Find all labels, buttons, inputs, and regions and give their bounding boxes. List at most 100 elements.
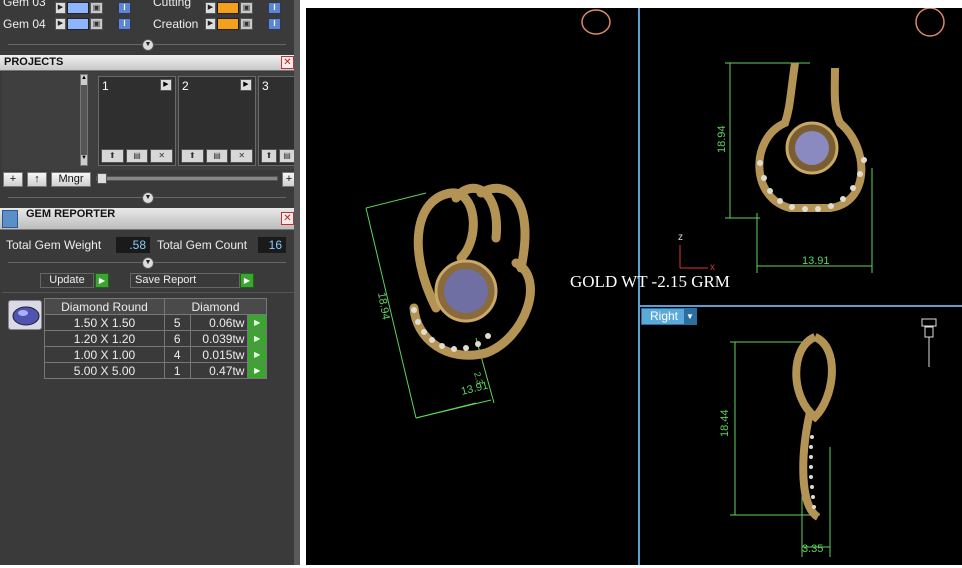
table-row[interactable]: 1.00 X 1.00 4 0.015tw ▶ xyxy=(44,346,267,363)
gem-count: 5 xyxy=(164,314,191,331)
update-button[interactable]: Update xyxy=(40,273,94,288)
lock-icon[interactable]: ▣ xyxy=(240,18,253,30)
table-row[interactable]: 1.20 X 1.20 6 0.039tw ▶ xyxy=(44,330,267,347)
chevron-down-icon[interactable]: ▼ xyxy=(142,39,154,51)
panel-splitter[interactable]: ▼ xyxy=(0,39,294,51)
gem-size: 5.00 X 5.00 xyxy=(44,362,165,379)
project-slot[interactable]: 2 ▶ ⬆ ▤ ✕ xyxy=(178,76,256,166)
panel-splitter[interactable]: ▼ xyxy=(0,257,294,269)
gem-reporter-header: GEM REPORTER ✕ xyxy=(0,208,298,230)
play-icon[interactable]: ▶ xyxy=(247,314,267,331)
right-viewport[interactable]: 18.44 3.35 xyxy=(640,307,962,565)
save-icon[interactable]: ▤ xyxy=(279,149,295,163)
chevron-down-icon[interactable]: ▼ xyxy=(142,257,154,269)
material-color-swatch[interactable] xyxy=(217,18,239,30)
gem-row-04[interactable]: Gem 04 ▶ ▣ I Creation ▶ ▣ I xyxy=(0,17,300,32)
close-icon[interactable]: ✕ xyxy=(281,212,294,225)
view-select-label: Right xyxy=(650,309,679,323)
gem-table: Diamond Round Diamond 1.50 X 1.50 5 0.06… xyxy=(44,298,267,379)
delete-icon[interactable]: ✕ xyxy=(230,149,254,163)
dimension-width: 13.91 xyxy=(802,255,830,267)
add-project-button[interactable]: + xyxy=(3,172,23,187)
total-gem-count-value: 16 xyxy=(258,237,286,253)
gem-weight: 0.06tw xyxy=(189,314,249,331)
left-panel: Gem 03 ▶ ▣ I Cutting ▶ ▣ I Gem 04 ▶ ▣ I … xyxy=(0,0,300,565)
scroll-up-icon[interactable]: ▲ xyxy=(81,75,87,85)
play-icon[interactable]: ▶ xyxy=(247,346,267,363)
gem-color-swatch[interactable] xyxy=(67,18,89,30)
delete-icon[interactable]: ✕ xyxy=(150,149,174,163)
table-row[interactable]: 5.00 X 5.00 1 0.47tw ▶ xyxy=(44,362,267,379)
gem-count: 4 xyxy=(164,346,191,363)
diamond-round-icon xyxy=(8,300,42,330)
play-icon[interactable]: ▶ xyxy=(55,18,66,30)
slot-number: 2 xyxy=(182,79,189,93)
gem-label: Gem 03 xyxy=(3,0,46,9)
upload-icon[interactable]: ⬆ xyxy=(101,149,124,163)
dimension-height: 18.44 xyxy=(719,409,731,437)
gem-row-03[interactable]: Gem 03 ▶ ▣ I Cutting ▶ ▣ I xyxy=(0,0,300,16)
play-icon[interactable]: ▶ xyxy=(247,362,267,379)
play-icon[interactable]: ▶ xyxy=(95,273,109,288)
report-icon xyxy=(2,210,18,228)
front-render: 18.94 13.91 z x xyxy=(678,7,945,273)
project-slot[interactable]: 3 ⬆ ▤ xyxy=(258,76,298,166)
projects-slider[interactable] xyxy=(96,173,278,184)
play-icon[interactable]: ▶ xyxy=(160,79,172,91)
gold-weight-label: GOLD WT -2.15 GRM xyxy=(570,272,730,291)
gem-size: 1.20 X 1.20 xyxy=(44,330,165,347)
gem-color-swatch[interactable] xyxy=(67,2,89,14)
lock-icon[interactable]: ▣ xyxy=(90,2,103,14)
info-icon[interactable]: I xyxy=(268,18,281,30)
gem-reporter-title: GEM REPORTER xyxy=(26,208,116,220)
chevron-down-icon[interactable]: ▼ xyxy=(684,309,696,324)
project-slot[interactable]: 1 ▶ ⬆ ▤ ✕ xyxy=(98,76,176,166)
chevron-down-icon[interactable]: ▼ xyxy=(142,192,154,204)
projects-header: PROJECTS ✕ xyxy=(0,55,298,71)
upload-icon[interactable]: ⬆ xyxy=(181,149,204,163)
slot-number: 1 xyxy=(102,79,109,93)
gem-size: 1.50 X 1.50 xyxy=(44,314,165,331)
info-icon[interactable]: I xyxy=(268,2,281,14)
scroll-down-icon[interactable]: ▼ xyxy=(81,155,87,165)
total-gem-count-label: Total Gem Count xyxy=(157,238,248,252)
save-icon[interactable]: ▤ xyxy=(125,149,149,163)
panel-edge xyxy=(294,0,300,565)
material-label: Creation xyxy=(153,17,199,31)
axis-z-label: z xyxy=(678,232,683,243)
gem-weight: 0.47tw xyxy=(189,362,249,379)
front-viewport[interactable]: 18.94 13.91 z x xyxy=(640,7,962,305)
lock-icon[interactable]: ▣ xyxy=(90,18,103,30)
gem-weight: 0.015tw xyxy=(189,346,249,363)
right-render: 18.44 3.35 xyxy=(719,318,937,557)
save-report-button[interactable]: Save Report xyxy=(130,273,240,288)
play-icon[interactable]: ▶ xyxy=(205,2,216,14)
info-icon[interactable]: I xyxy=(118,18,131,30)
table-row[interactable]: 1.50 X 1.50 5 0.06tw ▶ xyxy=(44,314,267,331)
total-gem-weight-label: Total Gem Weight xyxy=(6,238,102,252)
total-gem-weight-value: .58 xyxy=(116,237,150,253)
lock-icon[interactable]: ▣ xyxy=(240,2,253,14)
material-color-swatch[interactable] xyxy=(217,2,239,14)
play-icon[interactable]: ▶ xyxy=(240,273,254,288)
info-icon[interactable]: I xyxy=(118,2,131,14)
view-select-button[interactable]: Right ▼ xyxy=(641,308,697,325)
view-cube-icon xyxy=(915,7,945,37)
upload-icon[interactable]: ⬆ xyxy=(261,149,277,163)
slider-handle[interactable] xyxy=(97,173,107,184)
play-icon[interactable]: ▶ xyxy=(240,79,252,91)
play-icon[interactable]: ▶ xyxy=(205,18,216,30)
arrow-up-icon[interactable]: ↑ xyxy=(27,172,47,187)
panel-splitter[interactable]: ▼ xyxy=(0,192,294,204)
dimension-height: 18.94 xyxy=(375,291,392,320)
projects-scrollbar[interactable]: ▲ ▼ xyxy=(80,74,88,166)
play-icon[interactable]: ▶ xyxy=(247,330,267,347)
manager-button[interactable]: Mngr xyxy=(51,172,91,187)
close-icon[interactable]: ✕ xyxy=(281,56,294,69)
projects-area: ▲ ▼ 1 ▶ ⬆ ▤ ✕ 2 ▶ ⬆ ▤ ✕ 3 ⬆ ▤ xyxy=(2,72,298,170)
save-icon[interactable]: ▤ xyxy=(205,149,229,163)
gem-count: 6 xyxy=(164,330,191,347)
play-icon[interactable]: ▶ xyxy=(55,2,66,14)
view-cube-icon xyxy=(581,9,611,35)
dimension-width: 3.35 xyxy=(802,543,823,555)
